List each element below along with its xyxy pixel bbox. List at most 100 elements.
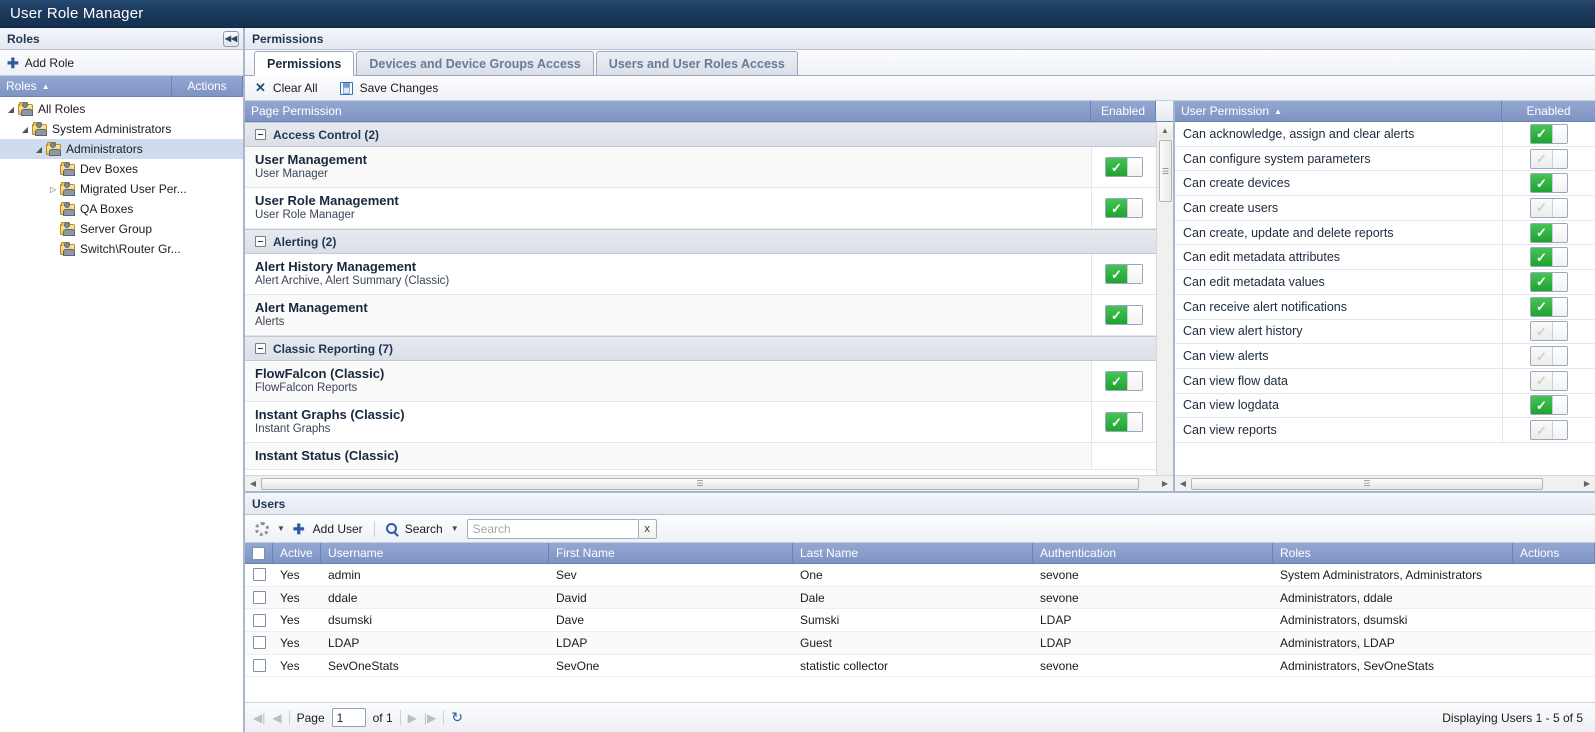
clear-search-icon[interactable]: x xyxy=(638,518,657,539)
enabled-toggle[interactable]: ✓ xyxy=(1530,296,1568,317)
group-collapse-icon[interactable] xyxy=(255,129,266,140)
cell-actions[interactable] xyxy=(1513,655,1595,677)
user-table-row[interactable]: Yes ddale David Dale sevone Administrators, d… xyxy=(245,586,1595,610)
user-permission-row[interactable]: Can edit metadata values ✓ xyxy=(1175,270,1595,295)
user-permission-row[interactable]: Can create users ✓ xyxy=(1175,196,1595,221)
user-permission-row[interactable]: Can view alert history ✓ xyxy=(1175,319,1595,345)
permission-row[interactable]: Instant Graphs (Classic) Instant Graphs ✓ xyxy=(245,402,1156,443)
enabled-toggle[interactable]: ✓ xyxy=(1530,395,1568,416)
permission-row[interactable]: FlowFalcon (Classic) FlowFalcon Reports ✓ xyxy=(245,361,1156,402)
permission-row[interactable]: Instant Status (Classic) xyxy=(245,443,1156,470)
row-select-cell[interactable] xyxy=(245,564,273,586)
enabled-toggle[interactable]: ✓ xyxy=(1530,346,1568,367)
page-permission-column-header[interactable]: Page Permission xyxy=(245,101,1091,121)
row-select-cell[interactable] xyxy=(245,587,273,609)
enabled-toggle[interactable]: ✓ xyxy=(1530,173,1568,194)
user-table-row[interactable]: Yes admin Sev One sevone System Administrator… xyxy=(245,564,1595,587)
enabled-toggle[interactable]: ✓ xyxy=(1105,371,1143,391)
hscroll-thumb[interactable]: ☰ xyxy=(261,477,1139,490)
cell-actions[interactable] xyxy=(1513,609,1595,631)
scroll-left-icon[interactable]: ◀ xyxy=(245,476,261,492)
user-permission-row[interactable]: Can create, update and delete reports ✓ xyxy=(1175,220,1595,246)
enabled-toggle[interactable]: ✓ xyxy=(1530,321,1568,342)
user-table-row[interactable]: Yes dsumski Dave Sumski LDAP Administrators, … xyxy=(245,609,1595,633)
role-tree-node[interactable]: ◢ All Roles xyxy=(0,99,243,119)
collapse-left-icon[interactable]: ◀◀ xyxy=(223,30,239,47)
save-changes-button[interactable]: Save Changes xyxy=(360,81,439,95)
select-all-header[interactable] xyxy=(245,543,273,563)
select-all-checkbox[interactable] xyxy=(252,546,265,560)
user-permission-row[interactable]: Can create devices ✓ xyxy=(1175,171,1595,197)
user-permission-row[interactable]: Can view flow data ✓ xyxy=(1175,368,1595,394)
enabled-toggle[interactable]: ✓ xyxy=(1530,197,1568,218)
user-permission-hscrollbar[interactable]: ◀ ☰ ▶ xyxy=(1175,475,1595,491)
scroll-right-icon[interactable]: ▶ xyxy=(1579,476,1595,492)
row-select-cell[interactable] xyxy=(245,609,273,631)
enabled-toggle[interactable]: ✓ xyxy=(1105,412,1143,432)
user-permission-row[interactable]: Can view alerts ✓ xyxy=(1175,344,1595,369)
group-collapse-icon[interactable] xyxy=(255,236,266,247)
chevron-down-icon[interactable]: ▼ xyxy=(277,524,285,533)
scroll-right-icon[interactable]: ▶ xyxy=(1157,476,1173,492)
permission-group-row[interactable]: Alerting (2) xyxy=(245,229,1156,254)
add-user-button[interactable]: Add User xyxy=(313,522,363,536)
role-tree-node[interactable]: · QA Boxes xyxy=(0,199,243,219)
row-select-cell[interactable] xyxy=(245,655,273,677)
scroll-left-icon[interactable]: ◀ xyxy=(1175,476,1191,492)
enabled-toggle[interactable]: ✓ xyxy=(1530,420,1568,441)
enabled-toggle[interactable]: ✓ xyxy=(1530,148,1568,169)
enabled-toggle[interactable]: ✓ xyxy=(1530,123,1568,144)
column-header-roles[interactable]: Roles xyxy=(1273,543,1513,563)
user-table-row[interactable]: Yes SevOneStats SevOne statistic collector s… xyxy=(245,655,1595,678)
enabled-toggle[interactable]: ✓ xyxy=(1530,370,1568,391)
scroll-up-icon[interactable]: ▲ xyxy=(1156,122,1173,138)
hscroll-thumb[interactable]: ☰ xyxy=(1191,477,1543,490)
tree-collapsed-icon[interactable]: ▷ xyxy=(46,185,60,194)
row-select-checkbox[interactable] xyxy=(252,613,266,627)
enabled-toggle[interactable]: ✓ xyxy=(1105,157,1143,177)
role-tree-node[interactable]: ▷ Migrated User Per... xyxy=(0,179,243,199)
row-select-checkbox[interactable] xyxy=(252,636,266,650)
column-header-first-name[interactable]: First Name xyxy=(549,543,793,563)
last-page-button[interactable]: |▶ xyxy=(424,711,436,725)
enabled-toggle[interactable]: ✓ xyxy=(1105,305,1143,325)
row-select-cell[interactable] xyxy=(245,632,273,654)
role-tree-node[interactable]: · Switch\Router Gr... xyxy=(0,239,243,259)
refresh-icon[interactable]: ↻ xyxy=(451,709,463,726)
role-tree-node[interactable]: · Dev Boxes xyxy=(0,159,243,179)
next-page-button[interactable]: ▶ xyxy=(408,711,417,725)
permission-row[interactable]: Alert Management Alerts ✓ xyxy=(245,295,1156,336)
enabled-toggle[interactable]: ✓ xyxy=(1530,222,1568,243)
search-icon[interactable] xyxy=(385,523,397,534)
permission-group-row[interactable]: Classic Reporting (7) xyxy=(245,336,1156,361)
row-select-checkbox[interactable] xyxy=(252,659,266,673)
tree-expanded-icon[interactable]: ◢ xyxy=(4,105,18,114)
user-permission-column-header[interactable]: User Permission ▲ xyxy=(1175,101,1502,121)
user-permission-row[interactable]: Can receive alert notifications ✓ xyxy=(1175,294,1595,320)
permission-row[interactable]: Alert History Management Alert Archive, A… xyxy=(245,254,1156,295)
group-collapse-icon[interactable] xyxy=(255,343,266,354)
column-header-authentication[interactable]: Authentication xyxy=(1033,543,1273,563)
page-enabled-column-header[interactable]: Enabled xyxy=(1091,101,1156,121)
user-permission-row[interactable]: Can acknowledge, assign and clear alerts… xyxy=(1175,122,1595,147)
cell-actions[interactable] xyxy=(1513,587,1595,609)
page-number-input[interactable] xyxy=(331,708,366,727)
column-header-active[interactable]: Active xyxy=(273,543,321,563)
cell-actions[interactable] xyxy=(1513,564,1595,586)
role-tree-node[interactable]: ◢ System Administrators xyxy=(0,119,243,139)
permission-row[interactable]: User Management User Manager ✓ xyxy=(245,147,1156,188)
roles-column-header[interactable]: Roles ▲ xyxy=(0,76,172,96)
cell-actions[interactable] xyxy=(1513,632,1595,654)
enabled-toggle[interactable]: ✓ xyxy=(1530,247,1568,268)
search-menu-button[interactable]: Search xyxy=(405,522,443,536)
user-permission-row[interactable]: Can edit metadata attributes ✓ xyxy=(1175,245,1595,271)
search-input[interactable] xyxy=(466,518,639,539)
enabled-toggle[interactable]: ✓ xyxy=(1530,271,1568,292)
user-enabled-column-header[interactable]: Enabled xyxy=(1502,101,1595,121)
tree-expanded-icon[interactable]: ◢ xyxy=(32,145,46,154)
hscroll-track[interactable]: ☰ xyxy=(1191,477,1579,491)
permissions-tab[interactable]: Permissions xyxy=(254,51,355,76)
chevron-down-icon[interactable]: ▼ xyxy=(451,524,459,533)
user-table-row[interactable]: Yes LDAP LDAP Guest LDAP Administrators, LDAP xyxy=(245,632,1595,655)
column-header-username[interactable]: Username xyxy=(321,543,549,563)
